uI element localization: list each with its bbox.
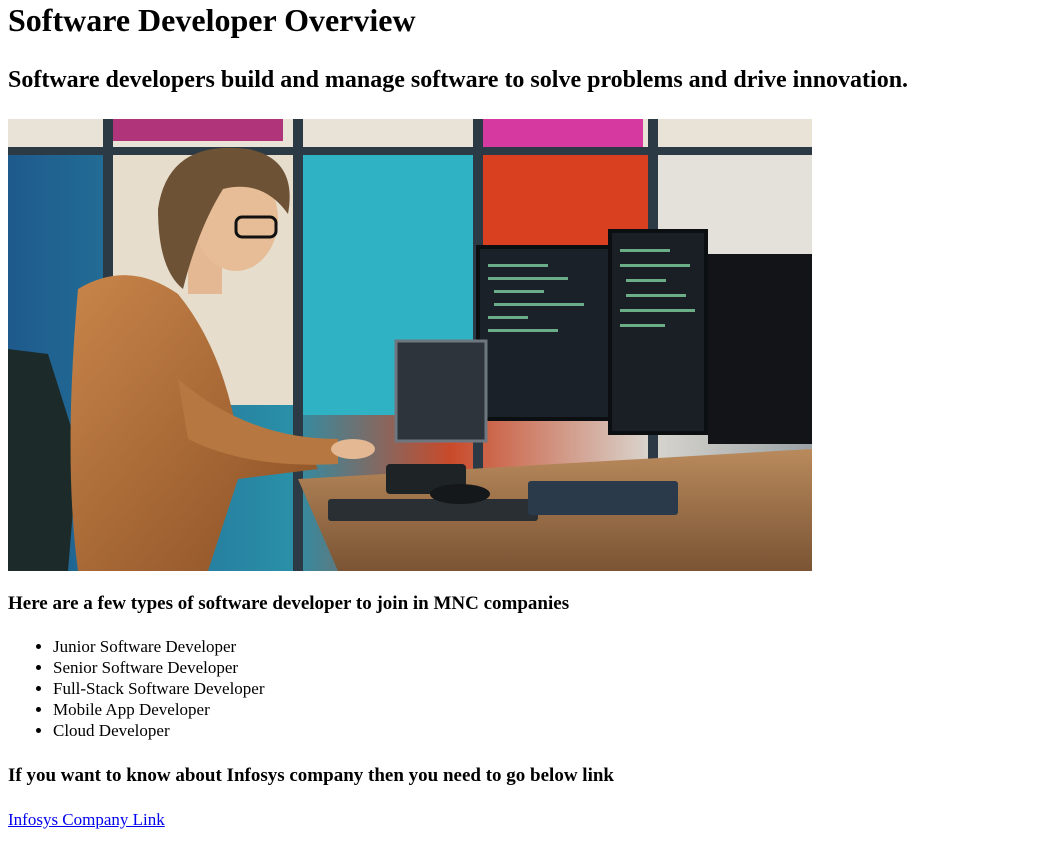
developer-photo-icon [8,119,812,571]
list-item: Full-Stack Software Developer [53,678,265,699]
list-item: Cloud Developer [53,720,265,741]
developer-types-heading: Here are a few types of software develop… [8,593,570,614]
infosys-company-link[interactable]: Infosys Company Link [8,809,165,830]
list-item: Senior Software Developer [53,657,265,678]
developer-photo [8,119,812,571]
infosys-link-heading: If you want to know about Infosys compan… [8,765,614,786]
list-item: Mobile App Developer [53,699,265,720]
page-title: Software Developer Overview [8,2,416,38]
list-item: Junior Software Developer [53,636,265,657]
developer-types-list: Junior Software Developer Senior Softwar… [8,636,265,741]
page-subtitle: Software developers build and manage sof… [8,67,909,93]
